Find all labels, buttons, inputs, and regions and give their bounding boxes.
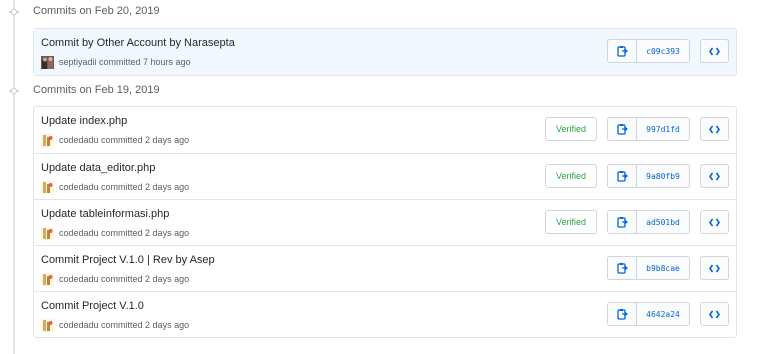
clipboard-icon bbox=[616, 46, 628, 57]
copy-sha-button[interactable] bbox=[607, 256, 637, 280]
verified-badge[interactable]: Verified bbox=[545, 117, 597, 141]
commit-message-link[interactable]: Update tableinformasi.php bbox=[41, 208, 169, 220]
commit-row: Update index.php codedadu committed 2 da… bbox=[34, 107, 736, 153]
commit-group-date: Commits on Feb 20, 2019 bbox=[33, 5, 160, 17]
commit-message-link[interactable]: Commit Project V.1.0 | Rev by Asep bbox=[41, 254, 215, 266]
commit-author-time: codedadu committed 2 days ago bbox=[59, 274, 190, 284]
commit-dot-icon bbox=[9, 8, 19, 16]
commit-row: Commit Project V.1.0 codedadu committed … bbox=[34, 291, 736, 337]
commit-sha-link[interactable]: b9b8cae bbox=[637, 256, 690, 280]
commit-meta: codedadu committed 2 days ago bbox=[41, 226, 189, 240]
copy-sha-button[interactable] bbox=[607, 164, 637, 188]
commit-row: Update data_editor.php codedadu committe… bbox=[34, 153, 736, 199]
sha-button-group: c09c393 bbox=[607, 39, 690, 63]
code-icon bbox=[709, 264, 720, 272]
copy-sha-button[interactable] bbox=[607, 210, 637, 234]
browse-repo-button[interactable] bbox=[700, 210, 729, 234]
commit-sha-link[interactable]: 4642a24 bbox=[637, 302, 690, 326]
commit-sha-link[interactable]: ad501bd bbox=[637, 210, 690, 234]
commit-meta: codedadu committed 2 days ago bbox=[41, 133, 189, 147]
code-icon bbox=[709, 310, 720, 318]
verified-badge[interactable]: Verified bbox=[545, 210, 597, 234]
commit-message-link[interactable]: Update data_editor.php bbox=[41, 162, 155, 174]
avatar[interactable] bbox=[41, 318, 54, 332]
commit-sha-link[interactable]: 9a80fb9 bbox=[637, 164, 690, 188]
clipboard-icon bbox=[616, 309, 628, 320]
commit-meta: codedadu committed 2 days ago bbox=[41, 180, 189, 194]
commit-group-date: Commits on Feb 19, 2019 bbox=[33, 84, 160, 96]
code-icon bbox=[709, 47, 720, 55]
sha-button-group: b9b8cae bbox=[607, 256, 690, 280]
commit-meta: codedadu committed 2 days ago bbox=[41, 318, 189, 332]
commit-meta: codedadu committed 2 days ago bbox=[41, 272, 189, 286]
avatar[interactable] bbox=[41, 180, 54, 194]
timeline-line bbox=[13, 0, 15, 354]
sha-button-group: 9a80fb9 bbox=[607, 164, 690, 188]
browse-repo-button[interactable] bbox=[700, 39, 729, 63]
browse-repo-button[interactable] bbox=[700, 256, 729, 280]
commit-message-link[interactable]: Commit Project V.1.0 bbox=[41, 300, 144, 312]
commit-author-time: codedadu committed 2 days ago bbox=[59, 135, 190, 145]
avatar[interactable] bbox=[41, 226, 54, 240]
commit-author-time: codedadu committed 2 days ago bbox=[59, 182, 190, 192]
commit-author-time: codedadu committed 2 days ago bbox=[59, 320, 190, 330]
commit-message-link[interactable]: Update index.php bbox=[41, 115, 127, 127]
clipboard-icon bbox=[616, 124, 628, 135]
avatar[interactable] bbox=[41, 272, 54, 286]
code-icon bbox=[709, 172, 720, 180]
commit-author-time: septiyadii committed 7 hours ago bbox=[59, 57, 191, 67]
commit-dot-icon bbox=[9, 87, 19, 95]
browse-repo-button[interactable] bbox=[700, 117, 729, 141]
commit-row: Commit Project V.1.0 | Rev by Asep coded… bbox=[34, 245, 736, 291]
commit-meta: septiyadii committed 7 hours ago bbox=[41, 55, 191, 69]
sha-button-group: ad501bd bbox=[607, 210, 690, 234]
clipboard-icon bbox=[616, 217, 628, 228]
clipboard-icon bbox=[616, 263, 628, 274]
commit-sha-link[interactable]: c09c393 bbox=[637, 39, 690, 63]
browse-repo-button[interactable] bbox=[700, 164, 729, 188]
sha-button-group: 997d1fd bbox=[607, 117, 690, 141]
sha-button-group: 4642a24 bbox=[607, 302, 690, 326]
copy-sha-button[interactable] bbox=[607, 302, 637, 326]
commit-list: Commit by Other Account by Narasepta sep… bbox=[33, 28, 737, 76]
code-icon bbox=[709, 125, 720, 133]
copy-sha-button[interactable] bbox=[607, 39, 637, 63]
commit-row: Update tableinformasi.php codedadu commi… bbox=[34, 199, 736, 245]
clipboard-icon bbox=[616, 171, 628, 182]
commit-message-link[interactable]: Commit by Other Account by Narasepta bbox=[41, 37, 235, 49]
avatar[interactable] bbox=[41, 133, 54, 147]
commit-author-time: codedadu committed 2 days ago bbox=[59, 228, 190, 238]
browse-repo-button[interactable] bbox=[700, 302, 729, 326]
commit-row: Commit by Other Account by Narasepta sep… bbox=[34, 29, 736, 75]
commit-sha-link[interactable]: 997d1fd bbox=[637, 117, 690, 141]
copy-sha-button[interactable] bbox=[607, 117, 637, 141]
avatar[interactable] bbox=[41, 55, 54, 69]
commit-list: Update index.php codedadu committed 2 da… bbox=[33, 106, 737, 338]
verified-badge[interactable]: Verified bbox=[545, 164, 597, 188]
code-icon bbox=[709, 218, 720, 226]
